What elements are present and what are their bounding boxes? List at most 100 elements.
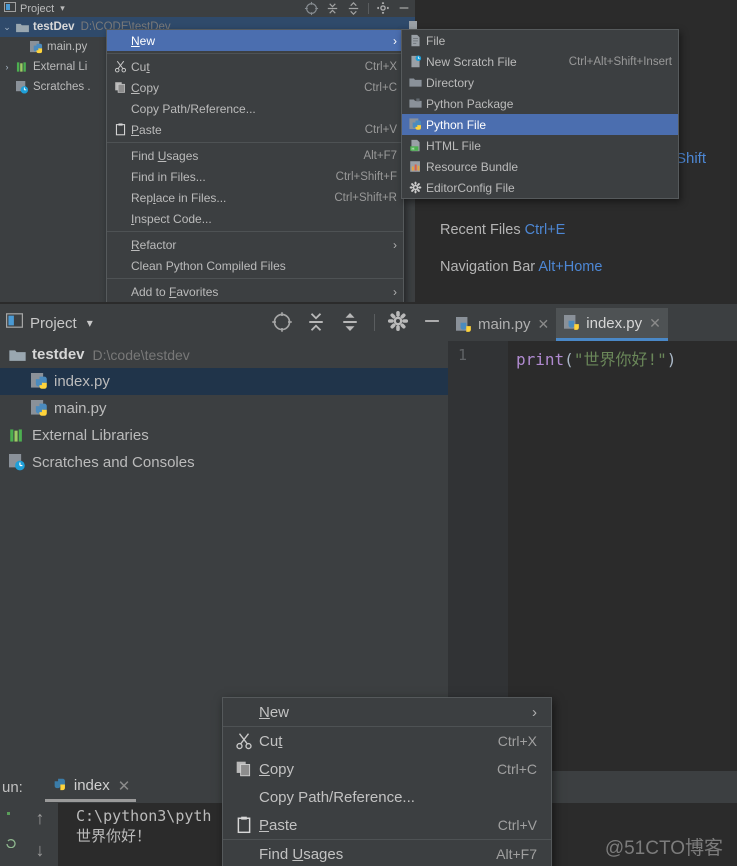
minimize-icon[interactable] — [397, 1, 412, 16]
editor-tab-mainpy-label: main.py — [478, 316, 531, 333]
chevron-right-icon[interactable]: › — [393, 238, 397, 252]
top-menu-item-find-usages[interactable]: Find Usages Alt+F7 — [107, 145, 403, 166]
editor-tab-indexpy[interactable]: index.py ✕ — [556, 308, 668, 341]
bottom-menu-item-new[interactable]: New › — [223, 698, 551, 726]
chevron-right-icon[interactable]: › — [532, 704, 537, 721]
top-menu-item-copy[interactable]: Copy Ctrl+C — [107, 77, 403, 98]
minimize-icon[interactable] — [421, 310, 445, 334]
chevron-down-icon[interactable]: ⌄ — [0, 22, 14, 33]
new-submenu-item-python-package[interactable]: Python Package — [402, 93, 678, 114]
collapse-all-icon[interactable] — [338, 310, 362, 334]
editorconfig-icon — [406, 181, 424, 194]
run-green-marker-icon[interactable] — [7, 807, 15, 825]
top-menu-item-cut[interactable]: Cut Ctrl+X — [107, 56, 403, 77]
scratch-file-icon — [406, 55, 424, 68]
python-file-icon — [456, 316, 472, 333]
locate-target-icon[interactable] — [304, 1, 319, 16]
bottom-project-dropdown-caret[interactable]: ▾ — [87, 316, 93, 330]
toolbar-divider — [374, 313, 375, 331]
run-tab-index[interactable]: index ✕ — [44, 772, 137, 802]
bottom-context-menu[interactable]: New › Cut Ctrl+X Copy Ctrl+C Copy Path/Referen… — [222, 697, 552, 866]
arrow-up-icon[interactable]: ↑ — [36, 808, 45, 829]
top-panel: Project ▾ ⌄ testDev D:\CODE\testDev main… — [0, 0, 737, 302]
bottom-menu-item-paste[interactable]: Paste Ctrl+V — [223, 811, 551, 839]
bottom-menu-item-copy-path-reference[interactable]: Copy Path/Reference... — [223, 783, 551, 811]
top-menu-item-replace-in-files[interactable]: Replace in Files... Ctrl+Shift+R — [107, 187, 403, 208]
top-menu-item-copy-path-reference[interactable]: Copy Path/Reference... — [107, 98, 403, 119]
tree-row-scratches[interactable]: Scratches and Consoles — [0, 449, 448, 476]
html-file-icon: H — [406, 139, 424, 152]
top-menu-item-inspect-code[interactable]: Inspect Code... — [107, 208, 403, 229]
python-file-icon — [28, 373, 50, 390]
tree-row-indexpy[interactable]: index.py — [0, 368, 448, 395]
close-icon[interactable]: ✕ — [649, 315, 661, 332]
menu-separator — [107, 142, 403, 143]
watermark: @51CTO博客 — [604, 838, 723, 859]
bottom-menu-item-copy[interactable]: Copy Ctrl+C — [223, 755, 551, 783]
top-project-label[interactable]: Project — [20, 3, 54, 15]
top-menu-item-add-to-favorites[interactable]: Add to Favorites › — [107, 281, 403, 302]
new-submenu-item-new-scratch-file[interactable]: New Scratch File Ctrl+Alt+Shift+Insert — [402, 51, 678, 72]
menu-item-label: Copy Path/Reference... — [259, 788, 415, 806]
chevron-right-icon[interactable]: › — [393, 285, 397, 299]
new-submenu-item-python-file[interactable]: Python File — [402, 114, 678, 135]
menu-item-shortcut: Ctrl+V — [497, 817, 537, 833]
code-function-name: print — [516, 350, 565, 369]
menu-item-label: Copy — [131, 80, 160, 95]
close-icon[interactable]: ✕ — [118, 777, 131, 795]
top-menu-item-find-in-files[interactable]: Find in Files... Ctrl+Shift+F — [107, 166, 403, 187]
tree-row-external-libraries[interactable]: External Libraries — [0, 422, 448, 449]
hint-navigation-bar-label: Navigation Bar — [440, 259, 536, 275]
tree-label-scratches: Scratches and Consoles — [32, 454, 195, 471]
tree-path-testdev: D:\code\testdev — [92, 346, 190, 363]
paste-icon — [111, 123, 129, 136]
run-window-label: un: — [2, 778, 23, 796]
rerun-icon[interactable] — [6, 835, 16, 853]
menu-item-shortcut: Alt+F7 — [363, 149, 397, 162]
expand-all-icon[interactable] — [325, 1, 340, 16]
python-file-icon — [406, 118, 424, 131]
new-submenu-item-label: Resource Bundle — [426, 159, 519, 174]
external-libraries-icon — [6, 428, 28, 443]
top-new-submenu[interactable]: File New Scratch File Ctrl+Alt+Shift+Inser… — [401, 29, 679, 199]
run-tab-label: index — [73, 777, 110, 794]
menu-separator — [107, 278, 403, 279]
new-submenu-item-file[interactable]: File — [402, 30, 678, 51]
bottom-project-label[interactable]: Project — [30, 315, 77, 332]
chevron-right-icon[interactable]: › — [393, 34, 397, 48]
tree-row-mainpy[interactable]: main.py — [0, 395, 448, 422]
locate-target-icon[interactable] — [270, 310, 294, 334]
top-context-menu[interactable]: New › Cut Ctrl+X Copy Ctrl+C Copy Path/Referen… — [106, 29, 404, 302]
menu-item-shortcut: Ctrl+C — [364, 81, 397, 94]
settings-gear-icon[interactable] — [387, 310, 411, 334]
new-submenu-item-editorconfig-file[interactable]: EditorConfig File — [402, 177, 678, 198]
top-menu-item-paste[interactable]: Paste Ctrl+V — [107, 119, 403, 140]
chevron-right-icon[interactable]: › — [0, 62, 14, 72]
bottom-toolbar-icons — [265, 310, 450, 334]
menu-item-label: Clean Python Compiled Files — [131, 258, 286, 273]
menu-item-label: Add to Favorites — [131, 284, 219, 299]
tree-row-testdev[interactable]: testdev D:\code\testdev — [0, 341, 448, 368]
bottom-menu-item-find-usages[interactable]: Find Usages Alt+F7 — [223, 840, 551, 866]
arrow-down-icon[interactable]: ↓ — [36, 840, 45, 861]
editor-tab-mainpy[interactable]: main.py ✕ — [448, 308, 556, 341]
top-project-dropdown-caret[interactable]: ▾ — [60, 3, 65, 14]
expand-all-icon[interactable] — [304, 310, 328, 334]
top-menu-item-clean-python-compiled-files[interactable]: Clean Python Compiled Files — [107, 255, 403, 276]
editor-tab-indexpy-label: index.py — [586, 314, 643, 332]
close-icon[interactable]: ✕ — [538, 316, 550, 333]
editor-tab-bar: main.py ✕ index.py ✕ — [448, 304, 668, 341]
collapse-all-icon[interactable] — [346, 1, 361, 16]
tree-label-external-libraries: External Li — [33, 61, 88, 73]
new-submenu-item-directory[interactable]: Directory — [402, 72, 678, 93]
hint-recent-files-key: Ctrl+E — [524, 222, 566, 238]
top-menu-item-new[interactable]: New › — [107, 30, 403, 51]
settings-gear-icon[interactable] — [376, 1, 391, 16]
new-submenu-item-html-file[interactable]: H HTML File — [402, 135, 678, 156]
top-menu-item-refactor[interactable]: Refactor › — [107, 234, 403, 255]
scratches-icon — [6, 454, 28, 471]
new-submenu-item-label: File — [426, 33, 446, 48]
partial-hint-shift: Shift — [676, 150, 707, 167]
new-submenu-item-resource-bundle[interactable]: Resource Bundle — [402, 156, 678, 177]
bottom-menu-item-cut[interactable]: Cut Ctrl+X — [223, 727, 551, 755]
